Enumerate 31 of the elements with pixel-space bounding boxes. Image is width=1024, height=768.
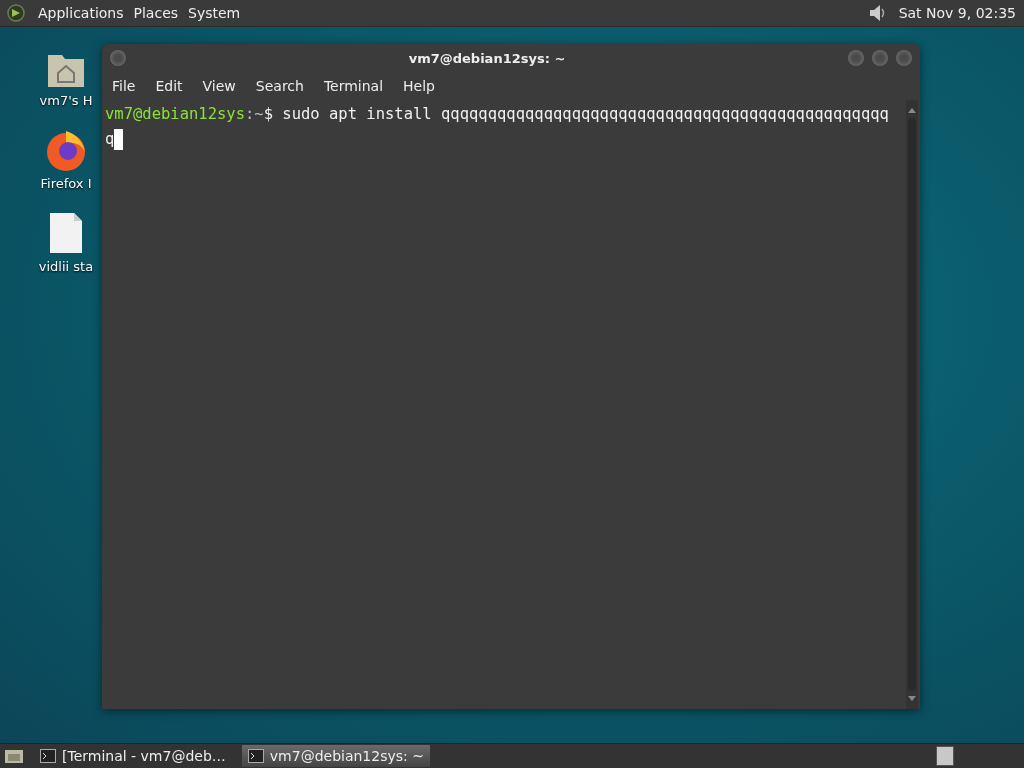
prompt-symbol: $ xyxy=(263,105,273,123)
menu-item[interactable]: View xyxy=(202,78,236,94)
menu-item[interactable]: Search xyxy=(255,78,304,94)
desktop-icon-label[interactable]: Firefox I xyxy=(40,176,92,191)
scrollbar[interactable] xyxy=(906,100,918,709)
menu-item[interactable]: File xyxy=(112,78,136,94)
desktop-icon-label[interactable]: vidlii sta xyxy=(38,259,94,274)
menu-item[interactable]: Edit xyxy=(155,78,183,94)
show-desktop-icon[interactable] xyxy=(4,747,24,765)
menu-item[interactable]: Terminal xyxy=(323,78,384,94)
workspace-switcher[interactable] xyxy=(936,746,954,766)
scroll-up-icon[interactable] xyxy=(907,106,917,114)
taskbar-button[interactable]: [Terminal - vm7@deb… xyxy=(34,745,232,767)
menu-item[interactable]: Help xyxy=(403,78,435,94)
desktop-icon-label[interactable]: vm7's H xyxy=(39,93,93,108)
terminal-icon xyxy=(247,749,264,763)
taskbar-button[interactable]: vm7@debian12sys: ~ xyxy=(241,745,430,767)
command-text: q xyxy=(105,130,115,148)
window-title: vm7@debian12sys: ~ xyxy=(407,50,567,66)
prompt-path: :~ xyxy=(245,105,264,123)
panel-menu[interactable]: System xyxy=(188,5,241,21)
command-text: sudo apt install qqqqqqqqqqqqqqqqqqqqqqqqqqqqqqqqqqqqqqqqqqqqqqqq xyxy=(282,105,889,123)
terminal-icon xyxy=(40,749,56,763)
panel-menu[interactable]: Applications xyxy=(38,5,124,21)
file-icon[interactable] xyxy=(48,211,84,255)
prompt-user-host: vm7@debian12sys xyxy=(105,105,245,123)
clock[interactable]: Sat Nov 9, 02:35 xyxy=(898,5,1016,21)
browser-icon[interactable] xyxy=(44,128,88,172)
scroll-down-icon[interactable] xyxy=(907,695,917,703)
logo-icon[interactable] xyxy=(6,3,26,23)
panel-menu[interactable]: Places xyxy=(133,5,179,21)
